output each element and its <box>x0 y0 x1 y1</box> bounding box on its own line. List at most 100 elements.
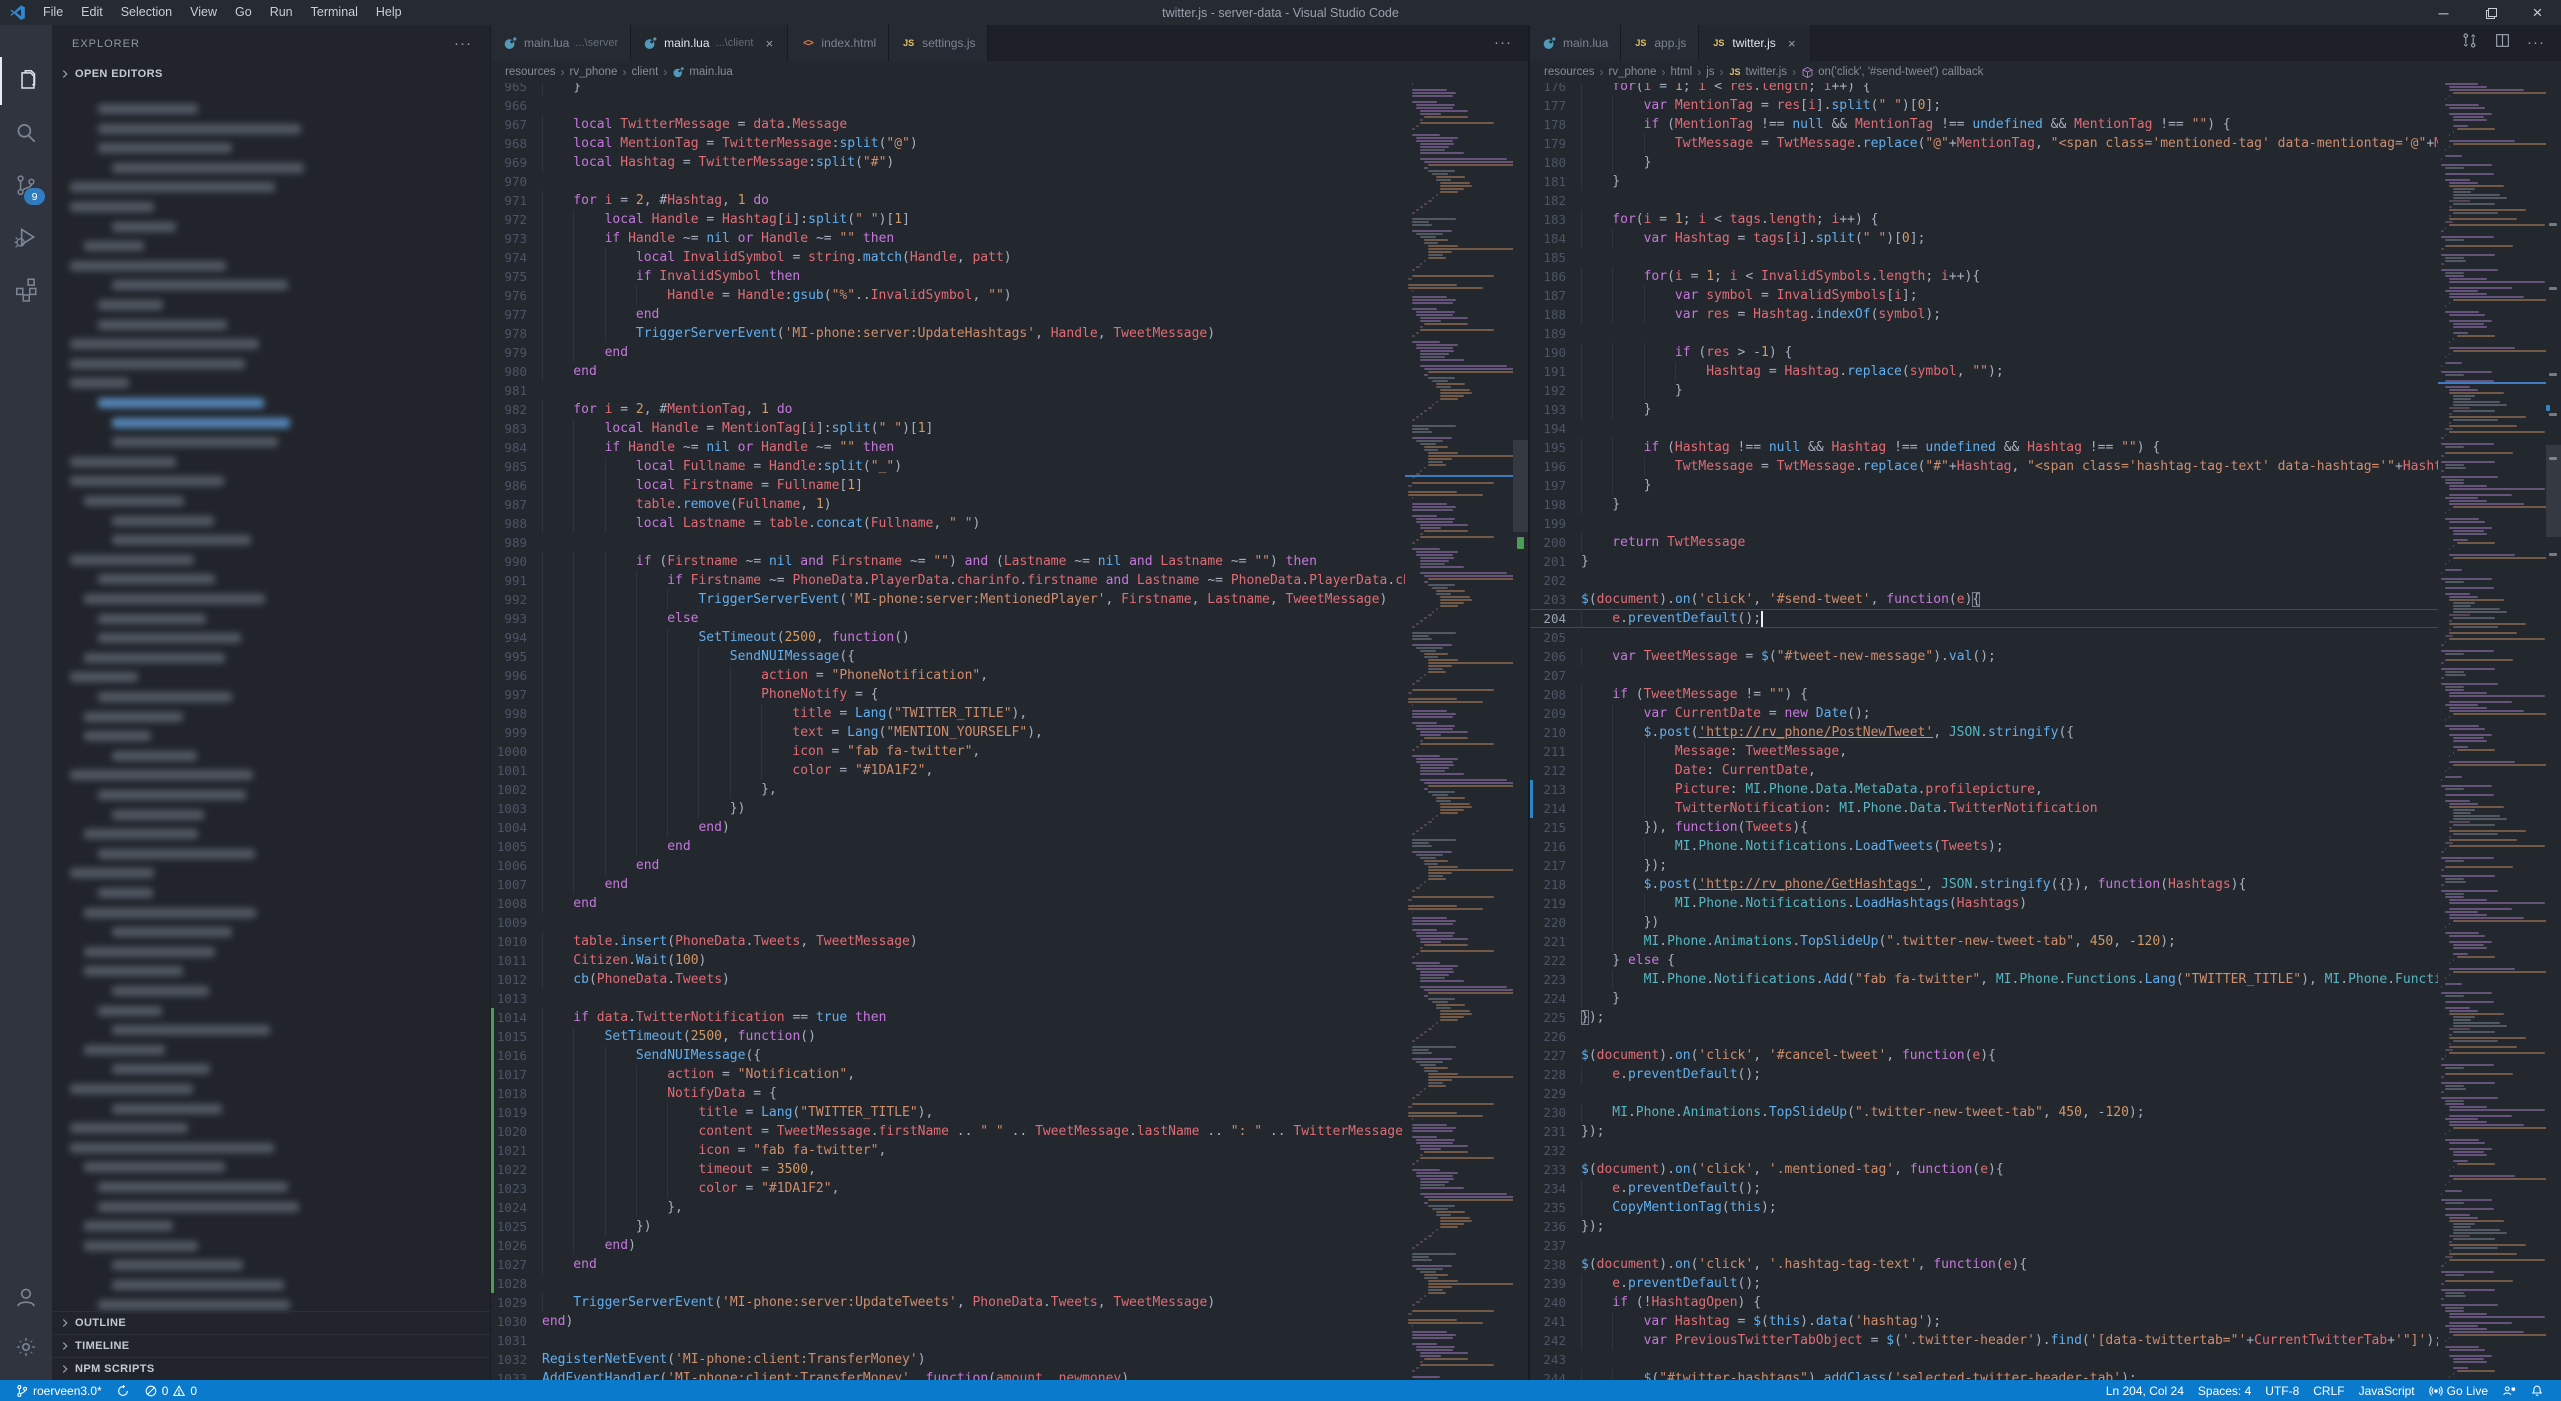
code-line[interactable]: 209var CurrentDate = new Date(); <box>1530 704 2438 723</box>
code-line[interactable]: 235CopyMentionTag(this); <box>1530 1198 2438 1217</box>
status-ln[interactable]: Ln 204, Col 24 <box>2099 1380 2191 1401</box>
code-line[interactable]: 1021icon = "fab fa-twitter", <box>491 1141 1405 1160</box>
code-line[interactable]: 229 <box>1530 1084 2438 1103</box>
code-line[interactable]: 219MI.Phone.Notifications.LoadHashtags(H… <box>1530 894 2438 913</box>
sidebar-more-button[interactable]: ··· <box>454 35 472 52</box>
code-editor[interactable]: 176for(i = 1; i < res.length; i++) {177v… <box>1530 83 2561 1380</box>
code-line[interactable]: 181} <box>1530 172 2438 191</box>
tree-item-blurred[interactable] <box>70 378 129 388</box>
code-line[interactable]: 200return TwtMessage <box>1530 533 2438 552</box>
code-line[interactable]: 236}); <box>1530 1217 2438 1236</box>
code-line[interactable]: 177var MentionTag = res[i].split(" ")[0]… <box>1530 96 2438 115</box>
tree-item-blurred[interactable] <box>70 261 226 271</box>
code-line[interactable]: 1032RegisterNetEvent('MI-phone:client:Tr… <box>491 1350 1405 1369</box>
section-timeline[interactable]: TIMELINE <box>52 1334 490 1357</box>
status-utf-8[interactable]: UTF-8 <box>2258 1380 2306 1401</box>
code-line[interactable]: 210$.post('http://rv_phone/PostNewTweet'… <box>1530 723 2438 742</box>
sync-status[interactable] <box>109 1380 137 1401</box>
go-live-button[interactable]: Go Live <box>2422 1380 2495 1401</box>
problems-status[interactable]: 0 0 <box>137 1380 204 1401</box>
code-line[interactable]: 1028 <box>491 1274 1405 1293</box>
code-line[interactable]: 970 <box>491 172 1405 191</box>
menu-edit[interactable]: Edit <box>72 0 112 25</box>
code-line[interactable]: 982for i = 2, #MentionTag, 1 do <box>491 400 1405 419</box>
code-line[interactable]: 981 <box>491 381 1405 400</box>
code-line[interactable]: 194 <box>1530 419 2438 438</box>
code-line[interactable]: 208if (TweetMessage != "") { <box>1530 685 2438 704</box>
tree-item-blurred[interactable] <box>84 653 225 663</box>
editor-action-compare[interactable] <box>2461 32 2478 54</box>
code-line[interactable]: 243 <box>1530 1350 2438 1369</box>
code-line[interactable]: 972local Handle = Hashtag[i]:split(" ")[… <box>491 210 1405 229</box>
tab-twitter-js[interactable]: JStwitter.js× <box>1699 25 1810 61</box>
overview-ruler[interactable] <box>1513 83 1528 1380</box>
breadcrumb-file[interactable]: main.lua <box>672 66 732 79</box>
code-line[interactable]: 998title = Lang("TWITTER_TITLE"), <box>491 704 1405 723</box>
code-line[interactable]: 967local TwitterMessage = data.Message <box>491 115 1405 134</box>
code-line[interactable]: 191Hashtag = Hashtag.replace(symbol, "")… <box>1530 362 2438 381</box>
editor-action-more[interactable]: ··· <box>2527 34 2545 52</box>
code-line[interactable]: 980end <box>491 362 1405 381</box>
breadcrumb-item[interactable]: rv_phone <box>1609 66 1657 78</box>
tree-item-blurred[interactable] <box>112 1064 210 1074</box>
status-crlf[interactable]: CRLF <box>2306 1380 2351 1401</box>
tree-item-blurred[interactable] <box>84 594 265 604</box>
code-line[interactable]: 228e.preventDefault(); <box>1530 1065 2438 1084</box>
tree-item-blurred[interactable] <box>84 908 256 918</box>
tree-item-blurred[interactable] <box>98 124 301 134</box>
code-line[interactable]: 233$(document).on('click', '.mentioned-t… <box>1530 1160 2438 1179</box>
tree-item-blurred[interactable] <box>98 143 232 153</box>
tree-item-blurred[interactable] <box>70 359 245 369</box>
code-line[interactable]: 974local InvalidSymbol = string.match(Ha… <box>491 248 1405 267</box>
code-line[interactable]: 186for(i = 1; i < InvalidSymbols.length;… <box>1530 267 2438 286</box>
code-line[interactable]: 222} else { <box>1530 951 2438 970</box>
code-line[interactable]: 1006end <box>491 856 1405 875</box>
breadcrumb-item[interactable]: client <box>631 66 658 78</box>
tree-item-blurred[interactable] <box>70 1084 193 1094</box>
breadcrumb-item[interactable]: rv_phone <box>570 66 618 78</box>
code-line[interactable]: 975if InvalidSymbol then <box>491 267 1405 286</box>
status-javascript[interactable]: JavaScript <box>2352 1380 2422 1401</box>
code-line[interactable]: 180} <box>1530 153 2438 172</box>
code-line[interactable]: 196TwtMessage = TwtMessage.replace("#"+H… <box>1530 457 2438 476</box>
code-line[interactable]: 1009 <box>491 913 1405 932</box>
code-line[interactable]: 232 <box>1530 1141 2438 1160</box>
breadcrumb-item[interactable]: html <box>1670 66 1692 78</box>
code-line[interactable]: 1019title = Lang("TWITTER_TITLE"), <box>491 1103 1405 1122</box>
code-line[interactable]: 216MI.Phone.Notifications.LoadTweets(Twe… <box>1530 837 2438 856</box>
tree-item-blurred[interactable] <box>112 1280 284 1290</box>
code-line[interactable]: 1031 <box>491 1331 1405 1350</box>
code-line[interactable]: 225}); <box>1530 1008 2438 1027</box>
tree-item-selected-blurred[interactable] <box>112 418 290 428</box>
tree-item-blurred[interactable] <box>98 1202 299 1212</box>
code-line[interactable]: 185 <box>1530 248 2438 267</box>
tree-item-blurred[interactable] <box>84 966 183 976</box>
code-line[interactable]: 985local Fullname = Handle:split("_") <box>491 457 1405 476</box>
tree-item-blurred[interactable] <box>70 770 253 780</box>
tree-item-blurred[interactable] <box>112 1025 270 1035</box>
minimap[interactable] <box>1405 83 1513 1380</box>
code-line[interactable]: 968local MentionTag = TwitterMessage:spl… <box>491 134 1405 153</box>
editor-action-split[interactable] <box>2494 32 2511 54</box>
tree-item-blurred[interactable] <box>84 947 215 957</box>
code-line[interactable]: 1014if data.TwitterNotification == true … <box>491 1008 1405 1027</box>
code-line[interactable]: 201} <box>1530 552 2438 571</box>
code-line[interactable]: 976Handle = Handle:gsub("%"..InvalidSymb… <box>491 286 1405 305</box>
tab-main-lua[interactable]: main.lua...\server <box>491 25 631 61</box>
code-line[interactable]: 207 <box>1530 666 2438 685</box>
breadcrumb-item[interactable]: js <box>1706 66 1714 78</box>
code-line[interactable]: 244$("#twitter-hashtags").addClass('sele… <box>1530 1369 2438 1380</box>
menu-help[interactable]: Help <box>367 0 411 25</box>
code-line[interactable]: 966 <box>491 96 1405 115</box>
tab-app-js[interactable]: JSapp.js <box>1621 25 1699 61</box>
code-line[interactable]: 983local Handle = MentionTag[i]:split(" … <box>491 419 1405 438</box>
tree-item-blurred[interactable] <box>112 751 197 761</box>
code-line[interactable]: 965} <box>491 83 1405 96</box>
code-line[interactable]: 973if Handle ~= nil or Handle ~= "" then <box>491 229 1405 248</box>
tree-item-blurred[interactable] <box>98 888 153 898</box>
code-line[interactable]: 202 <box>1530 571 2438 590</box>
code-line[interactable]: 203$(document).on('click', '#send-tweet'… <box>1530 590 2438 609</box>
code-line[interactable]: 1005end <box>491 837 1405 856</box>
code-line[interactable]: 211Message: TweetMessage, <box>1530 742 2438 761</box>
tree-item-blurred[interactable] <box>98 614 206 624</box>
